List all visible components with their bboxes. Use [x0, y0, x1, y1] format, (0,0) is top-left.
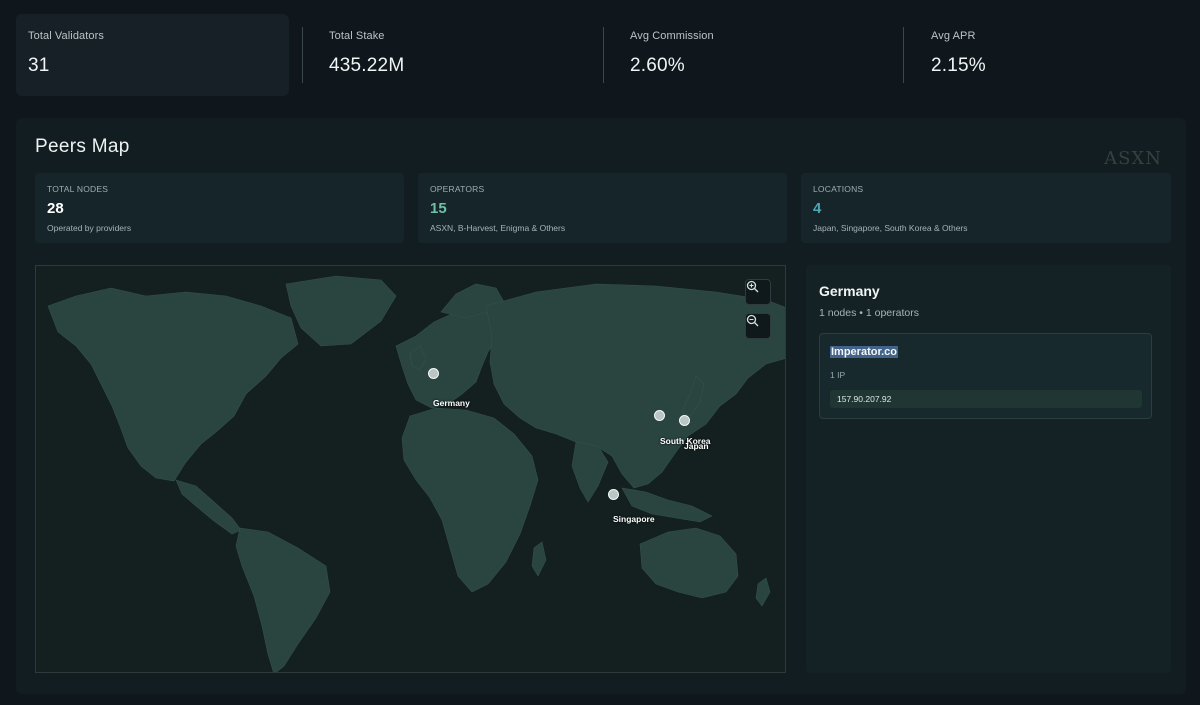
stat-avg-apr[interactable]: Avg APR 2.15%: [919, 14, 1184, 96]
continent-new-zealand: [755, 577, 771, 607]
stat-value: 2.15%: [931, 55, 986, 76]
stat-total-stake[interactable]: Total Stake 435.22M: [317, 14, 587, 96]
continent-south-america: [235, 527, 331, 672]
stat-label: Total Validators: [28, 30, 104, 42]
continent-central-america: [175, 479, 242, 535]
map-pin-japan[interactable]: [679, 415, 690, 426]
continent-africa: [401, 407, 539, 593]
stat-value: 435.22M: [329, 55, 405, 76]
operator-ip-count: 1 IP: [830, 370, 846, 380]
summary-label: LOCATIONS: [813, 184, 864, 194]
operator-card[interactable]: Imperator.co 1 IP 157.90.207.92: [819, 333, 1152, 419]
stat-value: 31: [28, 55, 50, 76]
map-pin-south-korea[interactable]: [654, 410, 665, 421]
operator-name[interactable]: Imperator.co: [830, 346, 899, 358]
divider: [903, 27, 904, 83]
continent-greenland: [285, 275, 397, 347]
map-pin-singapore[interactable]: [608, 489, 619, 500]
summary-value: 15: [430, 200, 447, 217]
summary-value: 4: [813, 200, 822, 217]
asxn-watermark: ASXN: [1104, 148, 1162, 169]
stats-bar: Total Validators 31 Total Stake 435.22M …: [16, 14, 1184, 96]
location-summary: 1 nodes • 1 operators: [819, 307, 919, 319]
summary-desc: Japan, Singapore, South Korea & Others: [813, 223, 968, 233]
section-title: Peers Map: [35, 136, 130, 157]
zoom-in-icon: [746, 280, 759, 293]
continent-australia: [639, 527, 739, 599]
world-map-graphic: [47, 275, 785, 672]
summary-label: TOTAL NODES: [47, 184, 109, 194]
ip-address[interactable]: 157.90.207.92: [830, 390, 1142, 408]
pin-label-singapore: Singapore: [613, 514, 655, 524]
divider: [302, 27, 303, 83]
stat-label: Total Stake: [329, 30, 385, 42]
world-map[interactable]: Germany South Korea Japan Singapore: [35, 265, 786, 673]
stat-avg-commission[interactable]: Avg Commission 2.60%: [618, 14, 888, 96]
stat-label: Avg APR: [931, 30, 976, 42]
map-pin-germany[interactable]: [428, 368, 439, 379]
stat-value: 2.60%: [630, 55, 685, 76]
continent-north-america: [47, 287, 299, 482]
continent-india: [571, 441, 609, 503]
summary-desc: ASXN, B-Harvest, Enigma & Others: [430, 223, 566, 233]
peers-map-card: Peers Map ASXN TOTAL NODES 28 Operated b…: [16, 118, 1186, 694]
summary-locations: LOCATIONS 4 Japan, Singapore, South Kore…: [801, 173, 1171, 243]
zoom-out-button[interactable]: [745, 313, 771, 339]
pin-label-japan: Japan: [684, 441, 709, 451]
summary-desc: Operated by providers: [47, 223, 132, 233]
stat-total-validators[interactable]: Total Validators 31: [16, 14, 289, 96]
summary-total-nodes: TOTAL NODES 28 Operated by providers: [35, 173, 404, 243]
location-title: Germany: [819, 283, 880, 299]
location-detail-panel: Germany 1 nodes • 1 operators Imperator.…: [806, 265, 1171, 673]
pin-label-germany: Germany: [433, 398, 470, 408]
summary-operators: OPERATORS 15 ASXN, B-Harvest, Enigma & O…: [418, 173, 787, 243]
summary-value: 28: [47, 200, 64, 217]
continent-madagascar: [531, 541, 547, 577]
stat-label: Avg Commission: [630, 30, 714, 42]
divider: [603, 27, 604, 83]
zoom-out-icon: [746, 314, 759, 327]
zoom-in-button[interactable]: [745, 279, 771, 305]
summary-label: OPERATORS: [430, 184, 485, 194]
